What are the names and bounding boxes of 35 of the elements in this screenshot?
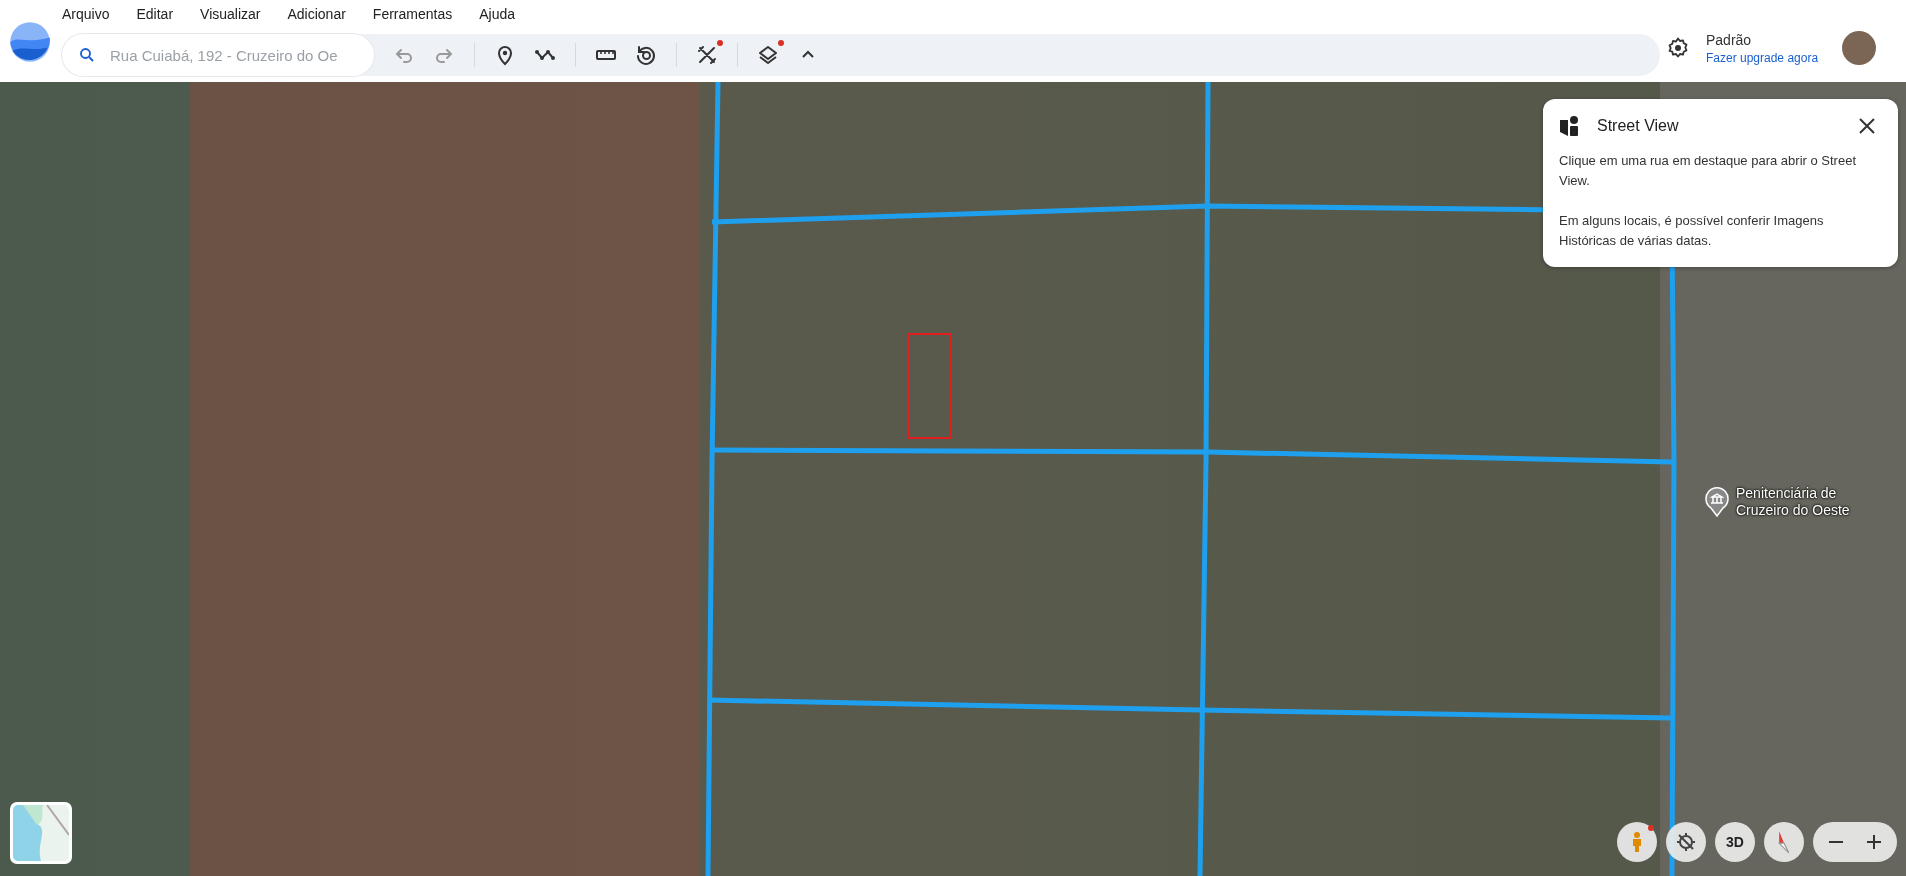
popup-title: Street View [1597, 117, 1680, 135]
upgrade-link[interactable]: Fazer upgrade agora [1706, 50, 1819, 65]
plus-icon [1866, 834, 1882, 850]
compass-needle-icon [1778, 830, 1790, 854]
notification-dot [1648, 825, 1654, 831]
satellite-photo[interactable]: Penitenciária de Cruzeiro do Oeste Street View Clique em uma rua em destaque para abrir o Street View. Em alguns locais, é possível conferir Imagens Históricas de várias datas. 3D [0, 82, 1906, 876]
popup-text: Em alguns locais, é possível conferir Imagens Históricas de várias datas. [1559, 212, 1825, 250]
minus-icon [1828, 840, 1844, 844]
compass-button[interactable] [1764, 822, 1804, 862]
location-off-icon [1674, 830, 1698, 854]
search-icon [78, 46, 96, 64]
notification-dot [778, 40, 784, 46]
location-button[interactable] [1666, 822, 1706, 862]
menu-item[interactable]: Editar [136, 6, 187, 22]
popup-text: Clique em uma rua em destaque para abrir o Street View. [1559, 152, 1857, 190]
plan-label: Padrão [1706, 31, 1753, 48]
layers-icon[interactable] [756, 43, 780, 67]
menu-item[interactable]: Ferramentas [372, 6, 466, 22]
settings-icon[interactable] [1666, 36, 1690, 60]
place-label[interactable]: Penitenciária de Cruzeiro do Oeste [1736, 485, 1886, 519]
menu-item[interactable]: Adicionar [287, 6, 359, 22]
map-thumbnail[interactable] [10, 802, 72, 864]
pegman-button[interactable] [1617, 822, 1657, 862]
notification-dot [717, 40, 723, 46]
search-field[interactable]: Rua Cuiabá, 192 - Cruzeiro do Oe [62, 34, 374, 76]
app-logo [8, 20, 52, 64]
avatar[interactable] [1842, 31, 1877, 65]
landmark-pin-icon[interactable] [1704, 487, 1730, 517]
menu-item[interactable]: Ajuda [479, 6, 529, 22]
3d-button[interactable]: 3D [1715, 822, 1755, 862]
menu-item[interactable]: Visualizar [200, 6, 274, 22]
history-icon[interactable] [634, 43, 658, 67]
tools-icon[interactable] [695, 43, 719, 67]
street-view-icon [1559, 116, 1579, 136]
menu-item[interactable]: Arquivo [62, 6, 123, 22]
